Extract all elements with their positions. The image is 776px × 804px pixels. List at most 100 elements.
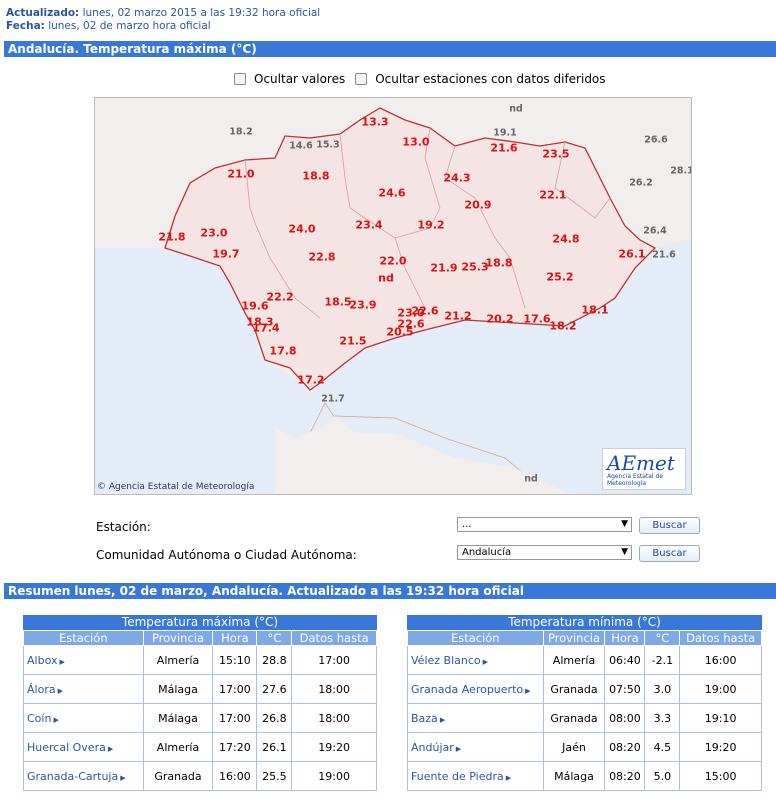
station-link[interactable]: Fuente de Piedra ▶ xyxy=(407,761,544,791)
station-value[interactable]: 26.1 xyxy=(618,248,645,261)
station-value[interactable]: 24.3 xyxy=(443,172,470,185)
hide-values-label[interactable]: Ocultar valores xyxy=(254,72,345,86)
table-cell: Málaga xyxy=(142,674,214,704)
station-name[interactable]: Fuente de Piedra xyxy=(411,770,504,783)
table-cell: 19:10 xyxy=(679,703,762,733)
station-value[interactable]: 24.6 xyxy=(378,187,405,200)
hide-deferred-checkbox[interactable] xyxy=(355,73,368,85)
station-value[interactable]: 22.8 xyxy=(308,251,335,264)
station-value[interactable]: 22.6 xyxy=(411,305,438,318)
station-value[interactable]: 22.1 xyxy=(539,189,566,202)
station-value[interactable]: 19.7 xyxy=(212,248,239,261)
column-header: Provincia xyxy=(542,630,606,646)
station-name[interactable]: Álora xyxy=(27,683,56,696)
station-value[interactable]: 19.1 xyxy=(493,128,516,139)
table-cell: 27.6 xyxy=(256,674,293,704)
station-link[interactable]: Baza ▶ xyxy=(407,703,544,733)
arrow-right-icon: ▶ xyxy=(53,715,59,724)
station-value[interactable]: 18.5 xyxy=(324,296,351,309)
temperature-map[interactable]: 13.3 nd 18.2 14.6 15.3 13.0 19.1 21.6 23.5 26.6 28… xyxy=(94,97,692,495)
community-search-button[interactable]: Buscar xyxy=(639,545,700,562)
station-select[interactable]: ... ▼ xyxy=(457,517,632,532)
station-value[interactable]: 26.2 xyxy=(629,178,652,189)
table-row: Baza ▶ Granada 08:00 3.3 19:10 xyxy=(407,703,762,733)
station-name[interactable]: Vélez Blanco xyxy=(411,654,481,667)
station-value[interactable]: 21.7 xyxy=(321,394,344,405)
station-value[interactable]: 20.5 xyxy=(386,326,413,339)
station-value[interactable]: 19.6 xyxy=(241,300,268,313)
station-value[interactable]: 21.6 xyxy=(652,250,675,261)
station-value[interactable]: 18.8 xyxy=(485,257,512,270)
station-value[interactable]: 21.9 xyxy=(430,262,457,275)
column-header: Hora xyxy=(604,630,646,646)
station-value[interactable]: nd xyxy=(524,474,538,485)
max-temperature-table: Temperatura máxima (°C) Estación Provincia… xyxy=(23,615,377,791)
station-value[interactable]: nd xyxy=(509,104,523,115)
station-value[interactable]: 18.2 xyxy=(229,127,252,138)
station-value[interactable]: 22.0 xyxy=(379,255,406,268)
station-value[interactable]: 23.4 xyxy=(355,219,382,232)
hide-deferred-label[interactable]: Ocultar estaciones con datos diferidos xyxy=(375,72,605,86)
hide-values-checkbox[interactable] xyxy=(234,73,246,85)
station-value[interactable]: 17.8 xyxy=(269,345,296,358)
station-value[interactable]: 20.2 xyxy=(486,313,513,326)
station-value[interactable]: 21.6 xyxy=(490,142,517,155)
station-value[interactable]: 17.6 xyxy=(523,313,550,326)
station-value[interactable]: 17.4 xyxy=(252,322,279,335)
station-link[interactable]: Granada-Cartuja ▶ xyxy=(23,761,144,791)
column-header: °C xyxy=(644,630,681,646)
station-link[interactable]: Andújar ▶ xyxy=(407,732,544,762)
station-link[interactable]: Huercal Overa ▶ xyxy=(23,732,144,762)
station-value[interactable]: 20.9 xyxy=(464,199,491,212)
station-value[interactable]: 18.1 xyxy=(581,304,608,317)
arrow-right-icon: ▶ xyxy=(57,686,63,695)
table-row: Vélez Blanco ▶ Almería 06:40 -2.1 16:00 xyxy=(407,645,762,675)
station-value[interactable]: 24.8 xyxy=(552,233,579,246)
station-name[interactable]: Huercal Overa xyxy=(27,741,106,754)
station-value[interactable]: 21.0 xyxy=(227,168,254,181)
station-link[interactable]: Granada Aeropuerto ▶ xyxy=(407,674,544,704)
station-link[interactable]: Albox ▶ xyxy=(23,645,144,675)
station-value[interactable]: 17.2 xyxy=(297,374,324,387)
table-header: Estación Provincia Hora °C Datos hasta xyxy=(407,630,762,646)
station-value[interactable]: 21.2 xyxy=(444,310,471,323)
station-value[interactable]: nd xyxy=(378,272,394,285)
station-value[interactable]: 26.6 xyxy=(644,135,667,146)
station-search-button[interactable]: Buscar xyxy=(639,517,700,534)
station-value[interactable]: 25.2 xyxy=(546,271,573,284)
arrow-right-icon: ▶ xyxy=(525,686,531,695)
station-name[interactable]: Granada-Cartuja xyxy=(27,770,118,783)
table-cell: Granada xyxy=(142,761,214,791)
station-link[interactable]: Coín ▶ xyxy=(23,703,144,733)
table-cell: 3.0 xyxy=(644,674,681,704)
station-value[interactable]: 14.6 xyxy=(289,141,312,152)
table-cell: 17:00 xyxy=(212,703,258,733)
station-value[interactable]: 23.0 xyxy=(200,227,227,240)
station-value[interactable]: 21.5 xyxy=(339,335,366,348)
station-value[interactable]: 22.2 xyxy=(266,291,293,304)
station-value[interactable]: 23.5 xyxy=(542,148,569,161)
station-name[interactable]: Albox xyxy=(27,654,57,667)
station-value[interactable]: 13.3 xyxy=(361,116,388,129)
station-name[interactable]: Granada Aeropuerto xyxy=(411,683,523,696)
station-value[interactable]: 13.0 xyxy=(402,136,429,149)
community-select[interactable]: Andalucía ▼ xyxy=(457,545,632,560)
station-value[interactable]: 26.4 xyxy=(643,226,666,237)
station-value[interactable]: 28.1 xyxy=(670,166,691,177)
station-link[interactable]: Vélez Blanco ▶ xyxy=(407,645,544,675)
station-name[interactable]: Baza xyxy=(411,712,438,725)
station-value[interactable]: 23.9 xyxy=(349,299,376,312)
station-name[interactable]: Andújar xyxy=(411,741,454,754)
station-link[interactable]: Álora ▶ xyxy=(23,674,144,704)
station-value[interactable]: 21.8 xyxy=(158,231,185,244)
station-value[interactable]: 15.3 xyxy=(316,140,339,151)
station-value[interactable]: 18.2 xyxy=(549,320,576,333)
table-cell: 28.8 xyxy=(256,645,293,675)
station-value[interactable]: 24.0 xyxy=(288,223,315,236)
station-name[interactable]: Coín xyxy=(27,712,51,725)
station-value[interactable]: 18.8 xyxy=(302,170,329,183)
station-value[interactable]: 19.2 xyxy=(417,219,444,232)
community-label: Comunidad Autónoma o Ciudad Autónoma: xyxy=(96,548,357,562)
date-value: lunes, 02 de marzo hora oficial xyxy=(48,20,211,32)
table-cell: 19:00 xyxy=(291,761,377,791)
